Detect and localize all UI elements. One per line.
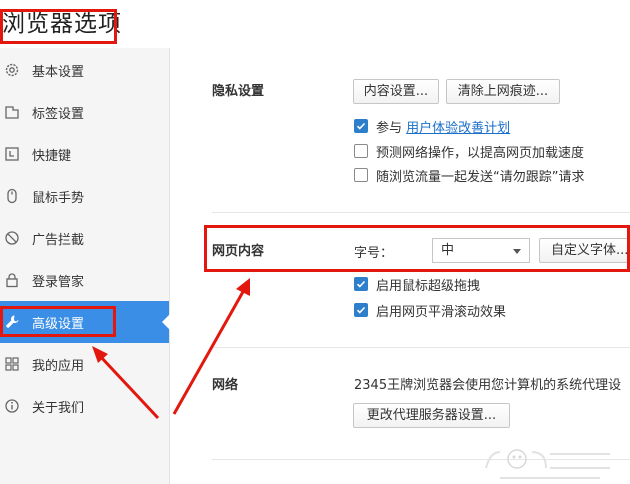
watermark-logo [485, 449, 610, 479]
arrow-to-web-content [172, 289, 246, 415]
arrow-to-advanced [98, 354, 160, 420]
annotation-arrows [92, 278, 250, 420]
